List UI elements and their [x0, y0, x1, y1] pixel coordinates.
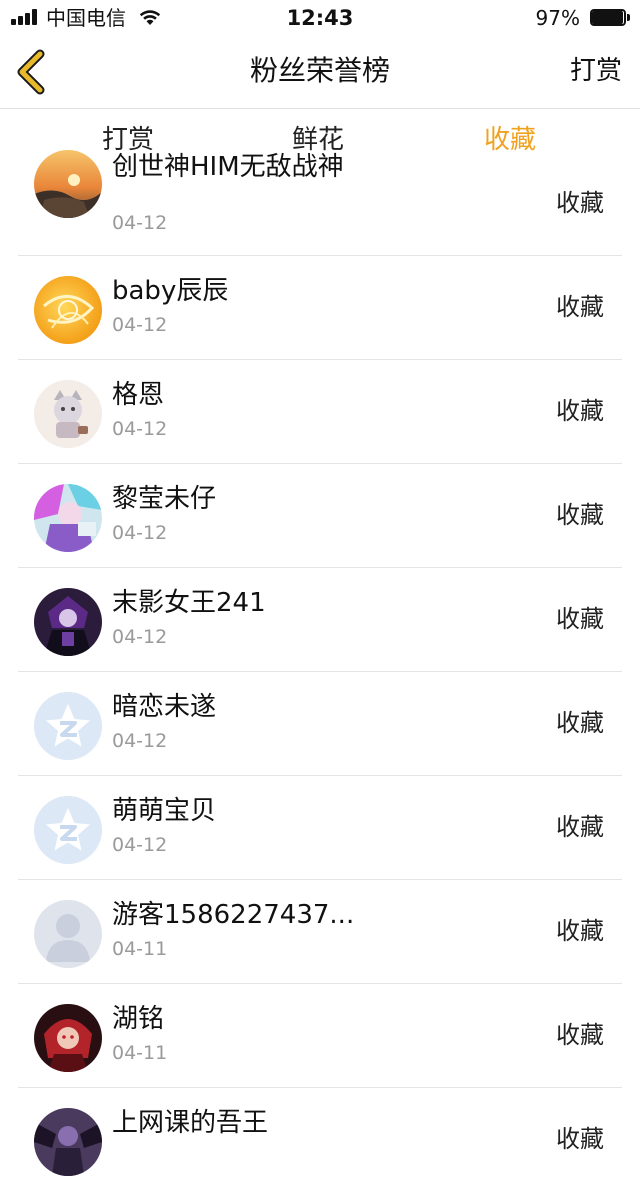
sunset-photo-avatar: [34, 150, 102, 218]
favorite-date: 04-12: [112, 834, 168, 856]
favorite-tag: 收藏: [556, 189, 604, 217]
user-name: 上网课的吾王: [112, 1108, 269, 1138]
user-name: 萌萌宝贝: [112, 796, 217, 826]
list-item[interactable]: 黎莹未仔 04-12 收藏: [0, 464, 640, 568]
red-anime-avatar: [34, 1004, 102, 1072]
page-title: 粉丝荣誉榜: [249, 54, 390, 87]
favorite-date: 04-12: [112, 314, 168, 336]
orange-swirl-avatar: [34, 276, 102, 344]
favorite-date: 04-11: [112, 1042, 168, 1064]
favorite-tag: 收藏: [556, 709, 604, 737]
favorite-date: 04-12: [112, 418, 168, 440]
favorite-tag: 收藏: [556, 813, 604, 841]
favorite-tag: 收藏: [556, 605, 604, 633]
favorite-date: 04-12: [112, 212, 168, 234]
battery-icon: [590, 9, 630, 26]
user-name: 黎莹未仔: [112, 484, 217, 514]
fan-list: 创世神HIM无敌战神 04-12 收藏 baby辰辰 04-12 收藏 格恩 0…: [0, 150, 640, 1192]
favorite-date: 04-12: [112, 626, 168, 648]
list-item[interactable]: 格恩 04-12 收藏: [0, 360, 640, 464]
favorite-tag: 收藏: [556, 293, 604, 321]
dark-wings-avatar: [34, 1108, 102, 1176]
user-name: 格恩: [112, 380, 165, 410]
list-item[interactable]: 萌萌宝贝 04-12 收藏: [0, 776, 640, 880]
qzone-star-avatar: [34, 796, 102, 864]
navigation-bar: 粉丝荣誉榜 打赏: [0, 36, 640, 108]
list-item[interactable]: baby辰辰 04-12 收藏: [0, 256, 640, 360]
user-name: 湖铭: [112, 1004, 165, 1034]
qzone-star-avatar: [34, 692, 102, 760]
favorite-tag: 收藏: [556, 397, 604, 425]
favorite-date: 04-11: [112, 938, 168, 960]
favorite-tag: 收藏: [556, 1125, 604, 1153]
user-name: 末影女王241: [112, 588, 266, 618]
colorful-anime-avatar: [34, 484, 102, 552]
user-name: 游客1586227437...: [112, 900, 355, 930]
favorite-date: 04-12: [112, 522, 168, 544]
list-item[interactable]: 创世神HIM无敌战神 04-12 收藏: [0, 150, 640, 256]
list-item[interactable]: 末影女王241 04-12 收藏: [0, 568, 640, 672]
list-item[interactable]: 上网课的吾王 收藏: [0, 1088, 640, 1192]
favorite-date: 04-12: [112, 730, 168, 752]
list-item[interactable]: 湖铭 04-11 收藏: [0, 984, 640, 1088]
default-person-avatar: [34, 900, 102, 968]
status-bar: 中国电信 12:43 97%: [0, 0, 640, 36]
user-name: 创世神HIM无敌战神: [112, 152, 344, 182]
user-name: baby辰辰: [112, 276, 229, 306]
anime-cat-avatar: [34, 380, 102, 448]
favorite-tag: 收藏: [556, 917, 604, 945]
battery-percent: 97%: [535, 6, 580, 30]
user-name: 暗恋未遂: [112, 692, 217, 722]
favorite-tag: 收藏: [556, 501, 604, 529]
list-item[interactable]: 游客1586227437... 04-11 收藏: [0, 880, 640, 984]
dark-anime-avatar: [34, 588, 102, 656]
favorite-tag: 收藏: [556, 1021, 604, 1049]
list-item[interactable]: 暗恋未遂 04-12 收藏: [0, 672, 640, 776]
reward-button[interactable]: 打赏: [570, 53, 622, 89]
